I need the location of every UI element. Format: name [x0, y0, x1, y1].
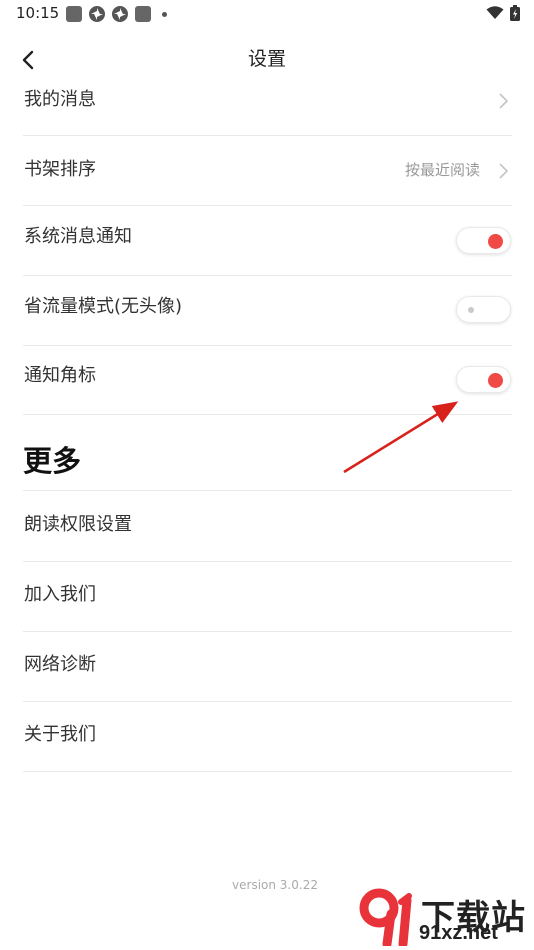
- watermark-url: 91xz.net: [419, 922, 498, 944]
- row-label: 通知角标: [24, 365, 96, 386]
- wifi-icon: [486, 6, 504, 19]
- chevron-right-icon: [499, 163, 509, 179]
- more-dot-icon: [162, 11, 167, 17]
- battery-charging-icon: [510, 5, 520, 21]
- status-left-icons: [66, 6, 167, 22]
- row-label: 关于我们: [24, 724, 96, 745]
- more-item-about-us[interactable]: 关于我们: [23, 702, 512, 772]
- settings-row-shelf-sort[interactable]: 书架排序 按最近阅读: [23, 136, 512, 206]
- row-label: 省流量模式(无头像): [24, 296, 183, 317]
- row-label: 网络诊断: [24, 654, 96, 675]
- section-title-more: 更多: [23, 444, 82, 478]
- badge-toggle[interactable]: [456, 366, 511, 393]
- row-value: 按最近阅读: [404, 161, 480, 179]
- square-notification-icon: [135, 6, 151, 22]
- status-bar: 10:15: [0, 0, 534, 28]
- status-time: 10:15: [16, 4, 60, 22]
- toggle-knob: [488, 373, 503, 388]
- settings-row-my-messages[interactable]: 我的消息: [23, 66, 512, 136]
- toggle-knob: [468, 307, 474, 313]
- settings-row-badge: 通知角标: [23, 345, 512, 415]
- data-saver-toggle[interactable]: [456, 296, 511, 323]
- watermark-logo-icon: [359, 888, 412, 946]
- divider: [23, 490, 512, 491]
- more-item-join-us[interactable]: 加入我们: [23, 562, 512, 632]
- row-label: 书架排序: [24, 159, 96, 180]
- pinwheel-app-icon: [89, 6, 105, 22]
- system-notify-toggle[interactable]: [456, 227, 511, 254]
- chevron-right-icon: [499, 93, 509, 109]
- status-right-icons: [486, 5, 520, 21]
- row-label: 加入我们: [24, 584, 96, 605]
- more-item-read-aloud-permission[interactable]: 朗读权限设置: [23, 492, 512, 562]
- row-label: 我的消息: [24, 89, 96, 110]
- settings-row-data-saver: 省流量模式(无头像): [23, 276, 512, 346]
- toggle-knob: [488, 234, 503, 249]
- pinwheel-app-icon: [112, 6, 128, 22]
- row-label: 朗读权限设置: [24, 514, 132, 535]
- more-item-network-diagnosis[interactable]: 网络诊断: [23, 632, 512, 702]
- row-label: 系统消息通知: [24, 226, 132, 247]
- square-notification-icon: [66, 6, 82, 22]
- settings-row-system-notify: 系统消息通知: [23, 206, 512, 276]
- watermark: 下载站 91xz.net: [357, 888, 532, 946]
